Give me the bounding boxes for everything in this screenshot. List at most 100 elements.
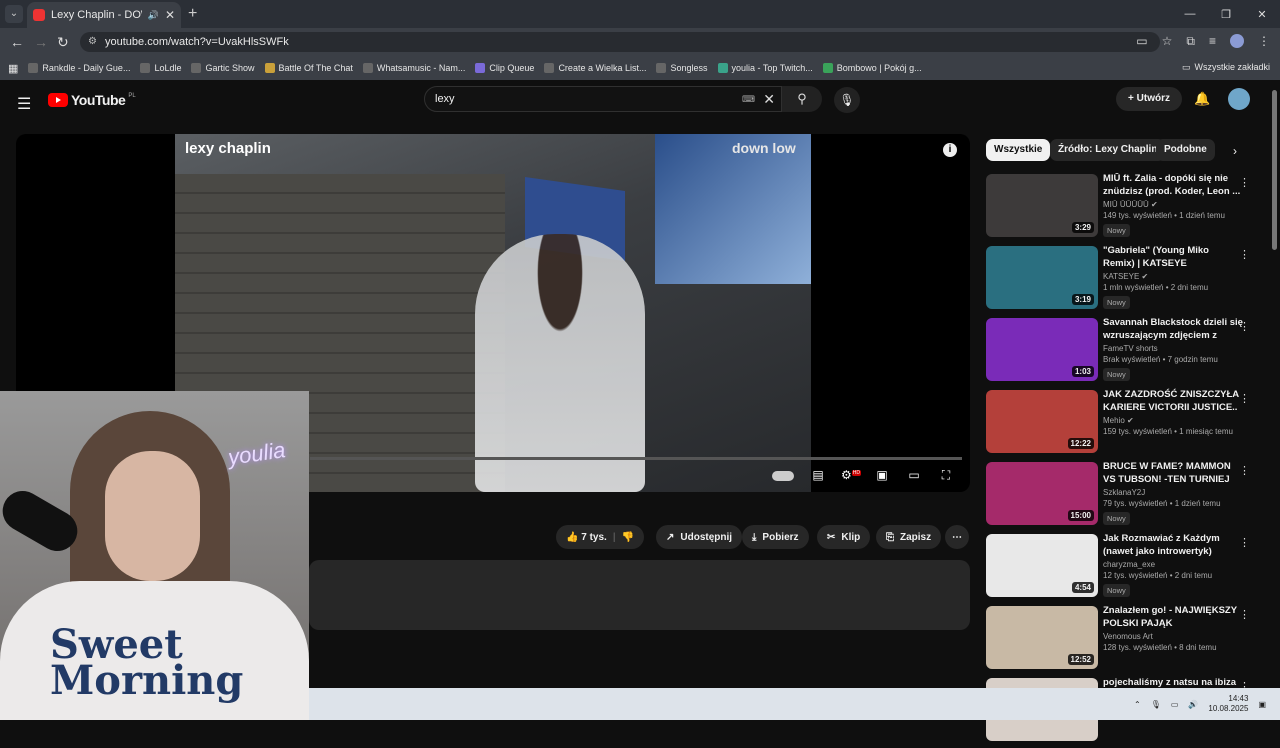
share-button[interactable]: ↗ Udostępnij (656, 525, 743, 549)
more-vertical-icon[interactable]: ⋮ (1239, 176, 1250, 189)
recommendation-item[interactable]: 12:22 JAK ZAZDROŚĆ ZNISZCZYŁA KARIERE VI… (986, 388, 1256, 460)
minimize-button[interactable]: — (1172, 0, 1208, 28)
more-actions-button[interactable]: ⋯ (945, 525, 969, 549)
more-vertical-icon[interactable]: ⋮ (1239, 608, 1250, 621)
video-thumbnail[interactable]: 3:19 (986, 246, 1098, 309)
recommendation-item[interactable]: 1:03 Savannah Blackstock dzieli się wzru… (986, 316, 1256, 388)
bookmark-item[interactable]: Create a Wielka List... (544, 63, 646, 73)
close-window-button[interactable]: ✕ (1244, 0, 1280, 28)
video-title[interactable]: JAK ZAZDROŚĆ ZNISZCZYŁA KARIERE VICTORII… (1103, 388, 1243, 414)
bookmark-item[interactable]: Songless (656, 63, 708, 73)
new-tab-button[interactable]: + (188, 5, 197, 23)
recommendation-item[interactable]: 15:00 BRUCE W FAME? MAMMON VS TUBSON! -T… (986, 460, 1256, 532)
url-field[interactable]: ⚙ youtube.com/watch?v=UvakHlsSWFk (80, 32, 1160, 52)
browser-tab[interactable]: Lexy Chaplin - DOWN LOW 🔊 ✕ (27, 2, 181, 28)
video-thumbnail[interactable]: 15:00 (986, 462, 1098, 525)
video-title[interactable]: Jak Rozmawiać z Każdym (nawet jako intro… (1103, 532, 1243, 558)
video-thumbnail[interactable]: 3:29 (986, 174, 1098, 237)
account-avatar[interactable] (1228, 88, 1250, 110)
dislike-button[interactable]: 👎 (622, 532, 634, 543)
video-title[interactable]: MIŪ ft. Zalia - dopóki się nie znüdzisz … (1103, 172, 1243, 198)
bookmark-item[interactable]: Rankdle - Daily Gue... (28, 63, 130, 73)
apps-icon[interactable]: ▦ (8, 62, 18, 75)
bookmark-item[interactable]: Battle Of The Chat (264, 63, 353, 73)
bookmark-item[interactable]: Bombowo | Pokój g... (822, 63, 922, 73)
description-box[interactable] (309, 560, 970, 630)
fullscreen-icon[interactable]: ⛶ (937, 468, 955, 484)
video-title[interactable]: "Gabriela" (Young Miko Remix) | KATSEYE (1103, 244, 1243, 270)
reload-icon[interactable]: ↻ (57, 34, 69, 51)
video-thumbnail[interactable]: 1:03 (986, 318, 1098, 381)
more-vertical-icon[interactable]: ⋮ (1239, 248, 1250, 261)
subtitles-icon[interactable]: ▤ (809, 468, 827, 484)
extensions-icon[interactable]: ⧉ (1186, 34, 1195, 49)
chip-source[interactable]: Źródło: Lexy Chaplin (1050, 139, 1166, 161)
more-vertical-icon[interactable]: ⋮ (1239, 536, 1250, 549)
theater-mode-icon[interactable]: ▭ (905, 468, 923, 484)
forward-icon[interactable]: → (34, 34, 48, 50)
channel-name[interactable]: KATSEYE (1103, 272, 1139, 281)
hamburger-menu-icon[interactable]: ☰ (17, 94, 31, 114)
bookmark-star-icon[interactable]: ☆ (1162, 34, 1173, 49)
bookmark-item[interactable]: Whatsamusic - Nam... (362, 63, 465, 73)
all-bookmarks-button[interactable]: ▭ Wszystkie zakładki (1182, 62, 1270, 73)
microphone-tray-icon[interactable]: 🎙 (1151, 700, 1161, 709)
channel-name[interactable]: FameTV shorts (1103, 344, 1158, 353)
search-button[interactable]: ⚲ (782, 86, 822, 112)
clip-button[interactable]: ✂ Klip (817, 525, 871, 549)
recommendation-item[interactable]: 4:54 Jak Rozmawiać z Każdym (nawet jako … (986, 532, 1256, 604)
notifications-icon[interactable]: ▣ (1258, 700, 1266, 709)
search-input[interactable]: lexy ⌨ ✕ (424, 86, 782, 112)
cast-icon[interactable]: ▭ (1136, 34, 1147, 49)
system-clock[interactable]: 14:43 10.08.2025 (1208, 694, 1248, 714)
video-thumbnail[interactable]: 12:22 (986, 390, 1098, 453)
chevron-right-icon[interactable]: › (1233, 144, 1237, 158)
site-info-icon[interactable]: ⚙ (88, 32, 97, 52)
bookmark-item[interactable]: LoLdle (140, 63, 181, 73)
video-title[interactable]: Savannah Blackstock dzieli się wzruszają… (1103, 316, 1243, 342)
save-button[interactable]: ⎘ Zapisz (876, 525, 942, 549)
speaker-icon[interactable]: 🔊 (148, 10, 159, 21)
video-progress-bar[interactable] (310, 457, 962, 460)
chevron-up-icon[interactable]: ⌃ (1134, 700, 1141, 709)
more-vertical-icon[interactable]: ⋮ (1239, 464, 1250, 477)
channel-name[interactable]: MIŪ ŪŪŪŪŪ (1103, 200, 1149, 209)
clear-search-icon[interactable]: ✕ (763, 87, 775, 111)
menu-icon[interactable]: ⋮ (1258, 34, 1270, 49)
autoplay-toggle[interactable] (772, 471, 794, 481)
youtube-logo[interactable]: YouTube PL (48, 92, 136, 108)
notifications-bell-icon[interactable]: 🔔 (1194, 91, 1210, 107)
video-thumbnail[interactable]: 4:54 (986, 534, 1098, 597)
keyboard-icon[interactable]: ⌨ (742, 87, 755, 111)
channel-name[interactable]: charyzma_exe (1103, 560, 1155, 569)
video-title[interactable]: BRUCE W FAME? MAMMON VS TUBSON! -TEN TUR… (1103, 460, 1243, 486)
tab-search-button[interactable]: ⌄ (5, 5, 23, 23)
channel-name[interactable]: Venomous Art (1103, 632, 1153, 641)
create-button[interactable]: + Utwórz (1116, 87, 1182, 111)
download-button[interactable]: ⤓ Pobierz (742, 525, 809, 549)
bookmark-item[interactable]: Gartic Show (191, 63, 255, 73)
video-title[interactable]: Znalazłem go! - NAJWIĘKSZY POLSKI PAJĄK (1103, 604, 1243, 630)
channel-name[interactable]: SzklanaY2J (1103, 488, 1145, 497)
recommendation-item[interactable]: 3:29 MIŪ ft. Zalia - dopóki się nie znüd… (986, 172, 1256, 244)
bookmark-item[interactable]: Clip Queue (475, 63, 534, 73)
bookmark-item[interactable]: youlia - Top Twitch... (717, 63, 813, 73)
profile-avatar[interactable] (1230, 34, 1244, 48)
maximize-button[interactable]: ❐ (1208, 0, 1244, 28)
network-icon[interactable]: ▭ (1171, 700, 1179, 709)
info-icon[interactable]: i (943, 143, 957, 157)
video-thumbnail[interactable]: 12:52 (986, 606, 1098, 669)
recommendation-item[interactable]: 12:52 Znalazłem go! - NAJWIĘKSZY POLSKI … (986, 604, 1256, 676)
like-button[interactable]: 👍 7 tys. (566, 532, 607, 543)
chip-related[interactable]: Podobne (1156, 139, 1215, 161)
page-scrollbar[interactable] (1272, 90, 1277, 250)
channel-name[interactable]: Mehio (1103, 416, 1125, 425)
recommendation-item[interactable]: 3:19 "Gabriela" (Young Miko Remix) | KAT… (986, 244, 1256, 316)
more-vertical-icon[interactable]: ⋮ (1239, 320, 1250, 333)
volume-icon[interactable]: 🔊 (1188, 700, 1198, 709)
back-icon[interactable]: ← (10, 34, 24, 50)
miniplayer-icon[interactable]: ▣ (873, 468, 891, 484)
settings-gear-icon[interactable]: ⚙HD (841, 468, 861, 484)
chip-all[interactable]: Wszystkie (986, 139, 1051, 161)
close-tab-icon[interactable]: ✕ (165, 8, 175, 22)
